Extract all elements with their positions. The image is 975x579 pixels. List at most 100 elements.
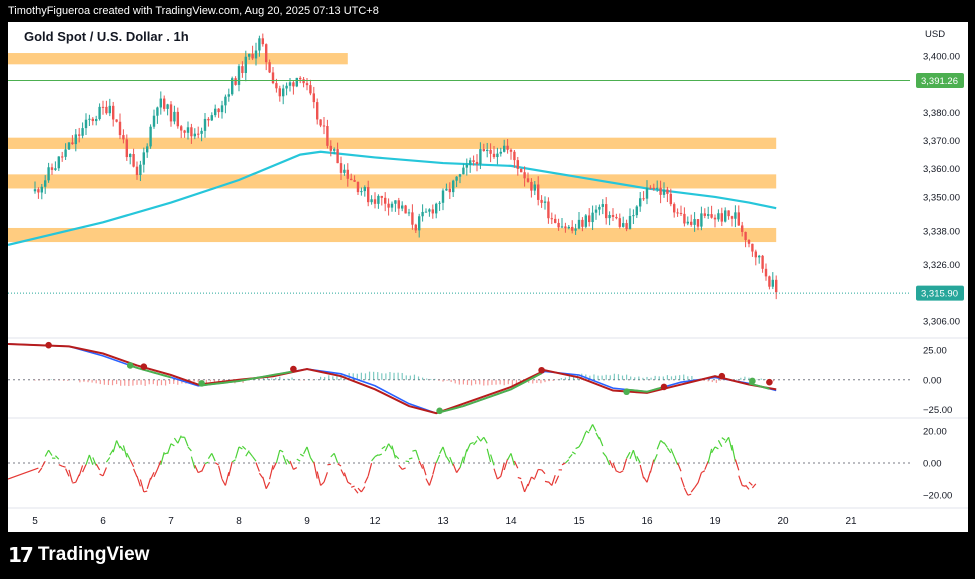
candle-down xyxy=(431,209,434,214)
candle-up xyxy=(166,104,169,109)
candle-up xyxy=(142,152,145,165)
candle-down xyxy=(78,134,81,136)
chart-title: Gold Spot / U.S. Dollar . 1h xyxy=(24,29,189,44)
candle-up xyxy=(394,200,397,204)
candle-down xyxy=(625,223,628,230)
candle-up xyxy=(567,226,570,229)
candle-down xyxy=(271,72,275,84)
candle-up xyxy=(224,96,227,106)
candle-up xyxy=(288,82,292,86)
price-axis xyxy=(910,22,968,532)
time-tick-label: 14 xyxy=(505,516,517,527)
candle-down xyxy=(122,135,125,140)
candle-up xyxy=(645,187,649,199)
candle-down xyxy=(618,218,621,227)
candle-down xyxy=(176,111,179,127)
candle-down xyxy=(696,219,700,227)
candle-down xyxy=(526,178,530,182)
candle-down xyxy=(404,205,407,214)
candle-down xyxy=(384,197,387,204)
candle-up xyxy=(156,107,159,116)
candle-down xyxy=(472,160,475,162)
time-tick-label: 6 xyxy=(100,516,106,527)
candle-up xyxy=(343,169,346,173)
candle-down xyxy=(316,102,319,120)
candle-down xyxy=(163,98,166,109)
price-tick-label: 3,306.00 xyxy=(923,317,960,328)
price-tick-label: 3,400.00 xyxy=(923,51,960,62)
candle-down xyxy=(190,127,193,137)
candle-up xyxy=(64,149,67,157)
chart-area[interactable]: 3,306.00 3,326.00 3,338.00 3,350.00 3,360.00… xyxy=(7,22,968,532)
candle-up xyxy=(47,167,50,181)
candle-down xyxy=(679,212,683,214)
candle-up xyxy=(33,189,37,192)
macd-cross-bull xyxy=(198,380,205,387)
osc-tick-label: 0.00 xyxy=(923,459,942,470)
macd-cross-bear xyxy=(45,341,52,349)
candle-up xyxy=(635,206,638,216)
candle-down xyxy=(309,85,312,94)
candle-down xyxy=(492,153,496,158)
price-tick-label: 3,350.00 xyxy=(923,192,960,203)
candle-down xyxy=(322,125,326,127)
tradingview-logo[interactable]: 17 TradingView xyxy=(8,540,149,570)
candle-down xyxy=(744,231,747,240)
candle-up xyxy=(295,77,298,87)
macd-tick-label: −25.00 xyxy=(923,405,952,416)
candle-down xyxy=(278,88,281,97)
candle-up xyxy=(639,198,642,207)
candle-down xyxy=(741,225,744,232)
candle-up xyxy=(734,212,737,219)
time-tick-label: 19 xyxy=(709,516,721,527)
candle-down xyxy=(475,161,479,165)
osc-line-segment xyxy=(143,490,148,493)
candle-up xyxy=(503,145,506,152)
price-tick-label: 3,380.00 xyxy=(923,108,960,119)
candle-up xyxy=(577,219,581,229)
candle-down xyxy=(615,216,618,219)
candle-up xyxy=(282,88,285,97)
candle-down xyxy=(302,79,305,84)
candle-down xyxy=(720,213,723,222)
candle-up xyxy=(455,176,458,181)
osc-tick-label: −20.00 xyxy=(923,491,952,502)
candle-down xyxy=(373,199,377,204)
level-price-badge: 3,391.26 xyxy=(921,76,958,87)
candle-down xyxy=(489,149,492,154)
candle-up xyxy=(462,167,465,175)
candle-down xyxy=(50,167,54,170)
chart-svg[interactable]: 3,306.00 3,326.00 3,338.00 3,350.00 3,360.00… xyxy=(7,22,968,532)
candle-up xyxy=(152,115,156,127)
plot-background xyxy=(8,22,910,532)
brand-name: TradingView xyxy=(37,544,150,565)
candle-down xyxy=(207,118,210,121)
candle-down xyxy=(367,187,370,203)
attribution-text: TimothyFigueroa created with TradingView… xyxy=(8,5,379,17)
candle-up xyxy=(40,186,43,193)
candle-up xyxy=(84,119,88,129)
candle-down xyxy=(768,276,771,287)
candle-up xyxy=(186,127,190,133)
candle-down xyxy=(71,142,74,145)
candle-up xyxy=(360,191,363,193)
candle-down xyxy=(513,151,516,161)
candle-up xyxy=(686,221,689,224)
candle-up xyxy=(533,184,536,191)
candle-up xyxy=(438,202,441,204)
candle-down xyxy=(346,169,349,179)
candle-up xyxy=(707,214,710,216)
candle-up xyxy=(465,164,468,168)
candle-down xyxy=(339,163,343,173)
candle-up xyxy=(632,215,635,217)
candle-down xyxy=(101,106,105,108)
candle-up xyxy=(656,187,659,189)
price-tick-label: 3,326.00 xyxy=(923,260,960,271)
candle-up xyxy=(758,255,761,258)
time-tick-label: 9 xyxy=(304,516,310,527)
candle-up xyxy=(543,201,547,203)
candle-down xyxy=(183,130,186,133)
osc-line-segment xyxy=(72,481,76,484)
candle-up xyxy=(407,212,411,214)
candle-down xyxy=(482,149,485,152)
